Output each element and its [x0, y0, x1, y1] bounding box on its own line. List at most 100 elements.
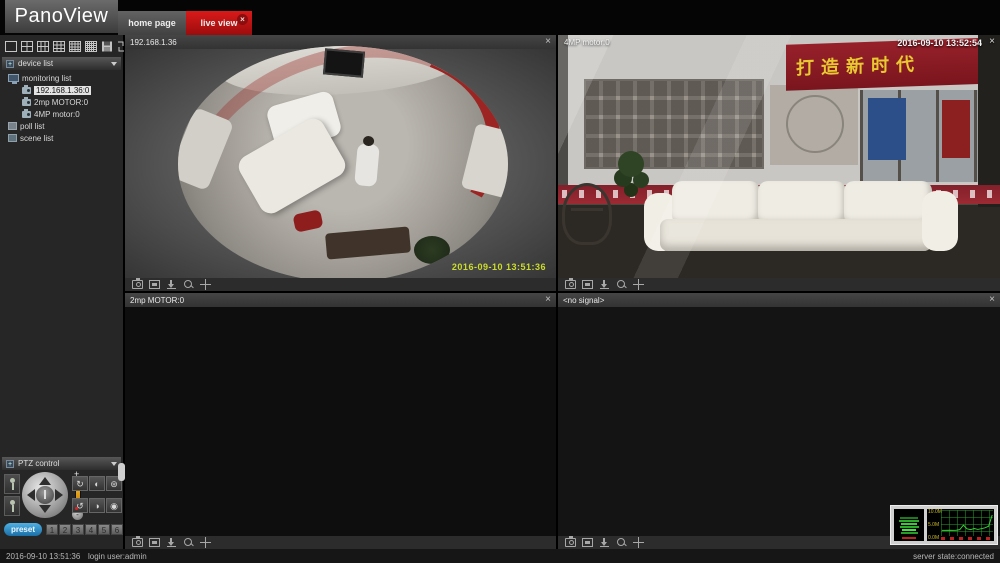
snapshot-icon[interactable] [132, 538, 143, 547]
view-1-icon[interactable] [4, 40, 18, 53]
close-panel-icon[interactable] [545, 294, 551, 306]
tree-item-camera-1[interactable]: 192.168.1.36:0 [0, 84, 123, 96]
panel-3-video[interactable] [125, 307, 556, 536]
view-16-icon[interactable] [68, 40, 82, 53]
device-list-header[interactable]: device list [2, 57, 121, 70]
close-panel-icon[interactable] [989, 294, 995, 306]
preset-5-button[interactable]: 5 [98, 524, 110, 535]
ptz-icon [6, 460, 14, 468]
tree-item-monitoring-list[interactable]: monitoring list [0, 72, 123, 84]
zoom-in-icon[interactable] [183, 538, 194, 547]
joystick-right-icon[interactable] [55, 489, 63, 501]
pan-icon[interactable] [200, 538, 211, 547]
save-icon[interactable] [599, 538, 610, 547]
panel-4-title-bar: <no signal> [558, 293, 1000, 307]
preset-2-button[interactable]: 2 [59, 524, 71, 535]
y-label-top: 10.0M [928, 509, 941, 515]
scene-windows [860, 90, 978, 182]
panel-3-toolbar [125, 536, 556, 549]
tree-item-camera-3[interactable]: 4MP motor:0 [0, 108, 123, 120]
preset-4-button[interactable]: 4 [85, 524, 97, 535]
graph-plot [941, 510, 993, 533]
pan-clockwise-button[interactable]: ↻ [72, 476, 88, 491]
tree-label: poll list [20, 122, 44, 131]
app-logo: PanoView [5, 0, 118, 33]
tab-close-icon[interactable] [237, 14, 248, 25]
video-panel-2[interactable]: 打造新时代 4MP motor:0 2016-09-10 13:52:54 [558, 35, 1000, 291]
video-panel-3[interactable]: 2mp MOTOR:0 [125, 293, 556, 549]
record-icon[interactable] [149, 538, 160, 547]
save-icon[interactable] [599, 280, 610, 289]
pan-icon[interactable] [633, 538, 644, 547]
close-panel-icon[interactable] [545, 36, 551, 48]
iris-close-button[interactable]: ◑ [89, 498, 105, 513]
scene-person [354, 143, 380, 187]
snapshot-icon[interactable] [132, 280, 143, 289]
joystick-hub[interactable] [36, 486, 54, 504]
tab-home-page[interactable]: home page [118, 11, 186, 35]
pan-counterclockwise-button[interactable]: ↺ [72, 498, 88, 513]
snapshot-icon[interactable] [565, 280, 576, 289]
ptz-control-header[interactable]: PTZ control [2, 457, 121, 470]
panel-1-video[interactable]: HD TVI & TVI 2016-09-10 13:51:36 [125, 49, 556, 278]
preset-button[interactable]: preset [4, 523, 42, 536]
status-server-state: server state:connected [913, 552, 994, 561]
ptz-joystick[interactable] [22, 472, 68, 518]
zoom-in-icon[interactable] [616, 538, 627, 547]
record-icon[interactable] [149, 280, 160, 289]
ptz-aux-button-2[interactable] [4, 496, 20, 516]
sidebar: device list monitoring list 192.168.1.36… [0, 35, 123, 549]
view-9-icon[interactable] [52, 40, 66, 53]
scene-metal-chair [562, 183, 612, 245]
view-6-icon[interactable] [36, 40, 50, 53]
record-icon[interactable] [582, 538, 593, 547]
iris-open-button[interactable]: ◐ [89, 476, 105, 491]
camera-icon [22, 99, 31, 106]
preset-6-button[interactable]: 6 [111, 524, 123, 535]
snapshot-icon[interactable] [565, 538, 576, 547]
panel-3-title: 2mp MOTOR:0 [130, 296, 184, 305]
joystick-up-icon[interactable] [39, 477, 51, 485]
graph-red-axis [941, 537, 993, 540]
tab-live-view[interactable]: live view [186, 11, 252, 35]
video-panel-1[interactable]: 192.168.1.36 HD TVI & TVI [125, 35, 556, 291]
save-layout-icon[interactable] [100, 40, 114, 53]
tree-label: 4MP motor:0 [34, 110, 80, 119]
camera-icon [22, 87, 31, 94]
panel-4-video[interactable] [558, 307, 1000, 536]
banner-text: 打造新时代 [786, 50, 921, 81]
close-panel-icon[interactable] [989, 36, 995, 47]
tree-item-poll-list[interactable]: poll list [0, 120, 123, 132]
pan-icon[interactable] [200, 280, 211, 289]
auto-scan-button[interactable]: ◉ [106, 498, 122, 513]
view-4-icon[interactable] [20, 40, 34, 53]
joystick-left-icon[interactable] [27, 489, 35, 501]
ptz-aux-button-1[interactable] [4, 474, 20, 494]
preset-1-button[interactable]: 1 [46, 524, 58, 535]
save-icon[interactable] [166, 280, 177, 289]
tree-label-selected: 192.168.1.36:0 [34, 86, 91, 95]
video-timestamp: 2016-09-10 13:51:36 [452, 262, 546, 272]
tree-item-scene-list[interactable]: scene list [0, 132, 123, 144]
record-icon[interactable] [582, 280, 593, 289]
video-panel-4[interactable]: <no signal> 10.0M 5.0M 0.0M [558, 293, 1000, 549]
chevron-down-icon[interactable] [111, 462, 117, 466]
zoom-in-icon[interactable] [616, 280, 627, 289]
pan-icon[interactable] [633, 280, 644, 289]
save-icon[interactable] [166, 538, 177, 547]
tab-home-label: home page [128, 18, 176, 28]
chevron-down-icon[interactable] [111, 62, 117, 66]
panel-2-video[interactable]: 打造新时代 4MP motor:0 2016-09-10 13:52:54 [558, 35, 1000, 278]
preset-3-button[interactable]: 3 [72, 524, 84, 535]
view-25-icon[interactable] [84, 40, 98, 53]
status-bar: 2016-09-10 13:51:36 login user:admin ser… [0, 549, 1000, 563]
panel-2-toolbar [558, 278, 1000, 291]
zoom-in-icon[interactable] [183, 280, 194, 289]
graph-y-labels: 10.0M 5.0M 0.0M [928, 509, 941, 541]
preset-row: preset 1 2 3 4 5 6 [0, 523, 123, 537]
tree-item-camera-2[interactable]: 2mp MOTOR:0 [0, 96, 123, 108]
device-list-icon [6, 60, 14, 68]
panel-4-title: <no signal> [563, 296, 604, 305]
joystick-down-icon[interactable] [39, 505, 51, 513]
sidebar-collapse-handle[interactable] [118, 463, 125, 481]
